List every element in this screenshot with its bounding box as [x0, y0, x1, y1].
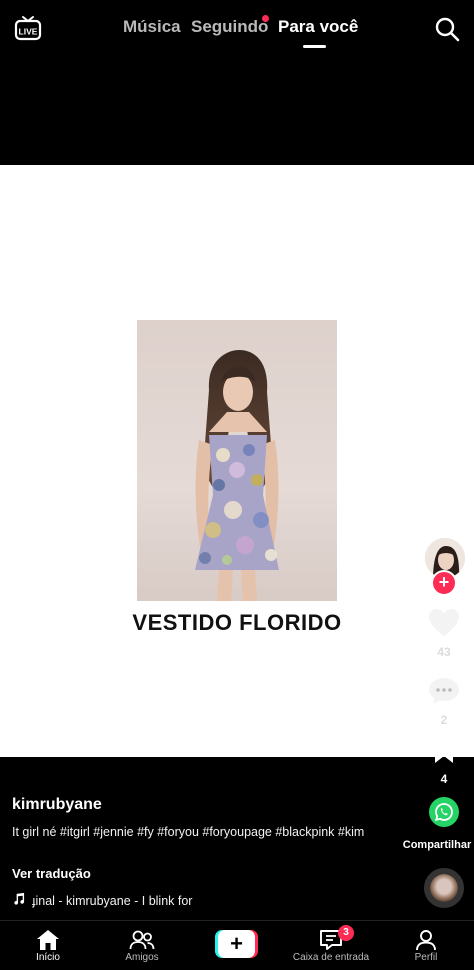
- create-button[interactable]: +: [215, 930, 258, 958]
- inbox-badge: 3: [338, 925, 354, 941]
- nav-inbox-label: Caixa de entrada: [292, 952, 370, 963]
- music-note-icon: [12, 892, 26, 908]
- home-icon: [37, 930, 59, 950]
- friends-icon: [129, 930, 155, 950]
- feed-tabs: Música Seguindo Para você: [0, 17, 474, 47]
- follow-button[interactable]: +: [431, 570, 457, 596]
- see-translation-button[interactable]: Ver tradução: [12, 866, 91, 881]
- tab-for-you[interactable]: Para você: [278, 17, 358, 37]
- sound-link[interactable]: ɟinal - kimrubyane - I blink for: [12, 892, 192, 908]
- nav-inbox[interactable]: Caixa de entrada 3: [291, 921, 371, 970]
- following-notification-dot: [262, 15, 269, 22]
- sound-title: ɟinal - kimrubyane - I blink for: [32, 894, 193, 908]
- music-disc-icon[interactable]: [424, 868, 464, 908]
- bottom-nav: Início Amigos + Caixa de entrada 3 Perfi…: [0, 920, 474, 970]
- search-icon[interactable]: [434, 16, 460, 42]
- post-description: It girl né #itgirl #jennie #fy #foryou #…: [12, 825, 365, 839]
- active-tab-indicator: [303, 45, 326, 48]
- like-count: 43: [437, 645, 451, 659]
- nav-friends[interactable]: Amigos: [102, 921, 182, 970]
- whatsapp-share-icon[interactable]: [429, 797, 459, 827]
- bookmark-icon[interactable]: [433, 740, 455, 764]
- heart-icon[interactable]: [428, 608, 460, 638]
- nav-profile-label: Perfil: [414, 952, 438, 963]
- nav-home[interactable]: Início: [8, 921, 88, 970]
- nav-home-label: Início: [36, 952, 60, 963]
- top-bar: LIVE Música Seguindo Para você: [0, 0, 474, 165]
- create-icon: +: [218, 930, 255, 958]
- music-disc-cover: [430, 874, 458, 902]
- video-overlay-text: VESTIDO FLORIDO: [132, 610, 342, 635]
- comment-count: 2: [440, 713, 448, 727]
- video-player[interactable]: VESTIDO FLORIDO: [0, 165, 474, 757]
- nav-profile[interactable]: Perfil: [386, 921, 466, 970]
- creator-username[interactable]: kimrubyane: [12, 796, 102, 814]
- share-label: Compartilhar: [402, 839, 472, 851]
- tab-music[interactable]: Música: [123, 17, 181, 37]
- comment-icon[interactable]: [428, 676, 460, 706]
- post-photo: [137, 320, 337, 601]
- nav-friends-label: Amigos: [125, 952, 159, 963]
- tab-following[interactable]: Seguindo: [191, 17, 268, 37]
- profile-icon: [416, 930, 436, 951]
- bookmark-count: 4: [440, 772, 448, 786]
